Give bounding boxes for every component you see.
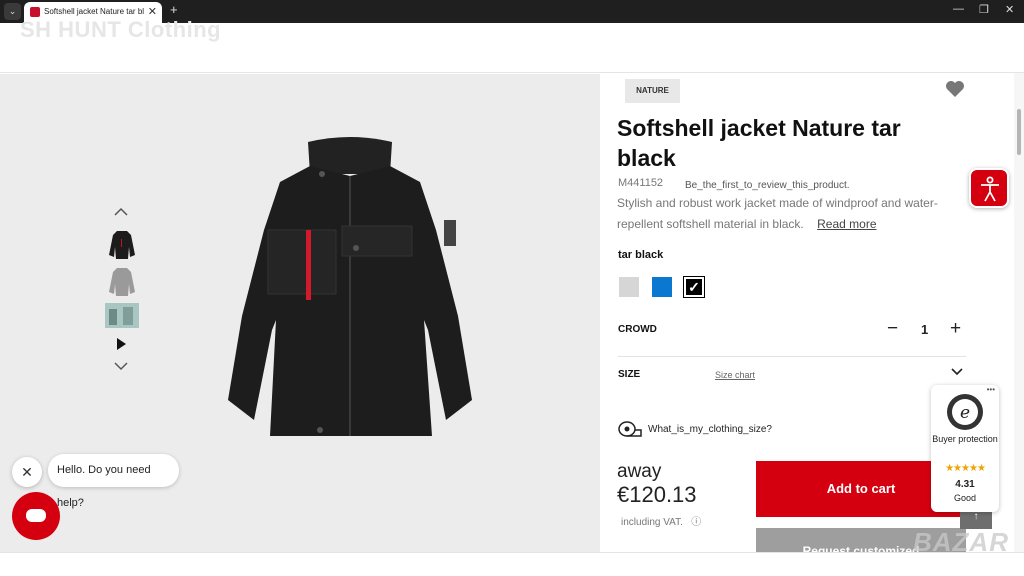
quantity-minus-button[interactable]: −: [887, 318, 898, 340]
description-text: Stylish and robust work jacket made of w…: [617, 196, 938, 231]
chat-close-button[interactable]: ✕: [12, 457, 42, 487]
trusted-shops-widget[interactable]: ••• e Buyer protection ★★★★★ 4.31 Good: [931, 385, 999, 512]
thumbnail-jacket-grey[interactable]: [105, 264, 139, 298]
read-more-link[interactable]: Read more: [817, 217, 876, 231]
rating-text: Good: [953, 493, 977, 503]
quantity-value[interactable]: 1: [921, 322, 928, 337]
divider: [618, 356, 966, 357]
product-title: Softshell jacket Nature tar black: [617, 115, 901, 171]
restore-button[interactable]: ❐: [979, 3, 989, 16]
tab-title: Softshell jacket Nature tar black: [44, 7, 144, 16]
chat-greeting-bubble[interactable]: Hello. Do you need help?: [48, 454, 179, 509]
chat-bubble-icon: [26, 509, 46, 522]
rating-value: 4.31: [955, 479, 975, 490]
thumbnails-up-chevron-icon[interactable]: [113, 206, 129, 216]
size-chart-link[interactable]: Size chart: [715, 370, 755, 380]
color-swatch-grey[interactable]: [619, 277, 639, 297]
collection-badge[interactable]: NATURE: [625, 79, 680, 103]
tab-menu-button[interactable]: ⌄: [4, 3, 21, 20]
svg-text:e: e: [960, 403, 970, 423]
thumbnails-down-chevron-icon[interactable]: [113, 360, 129, 371]
clothing-size-link[interactable]: What_is_my_clothing_size?: [648, 424, 772, 435]
close-window-button[interactable]: ✕: [1005, 3, 1014, 16]
accessibility-button[interactable]: [969, 168, 1009, 208]
size-dropdown-chevron-icon[interactable]: [950, 366, 964, 380]
new-tab-button[interactable]: +: [170, 2, 178, 17]
review-link[interactable]: Be_the_first_to_review_this_product.: [685, 180, 850, 191]
minimize-button[interactable]: —: [953, 3, 964, 15]
accessibility-person-icon: [981, 176, 999, 202]
size-label: SIZE: [618, 369, 641, 380]
rating-stars-icon: ★★★★★: [945, 463, 986, 474]
color-label: tar black: [618, 249, 664, 261]
info-icon[interactable]: ⓘ: [686, 517, 701, 528]
widget-menu-icon[interactable]: •••: [987, 385, 995, 394]
trusted-shops-seal-icon: e: [946, 393, 984, 431]
product-price: €120.13: [617, 482, 697, 507]
site-logo[interactable]: SH HUNT Clothing: [20, 17, 221, 43]
bottom-bar: [0, 552, 1024, 576]
chat-open-button[interactable]: [12, 492, 60, 540]
main-product-image[interactable]: [222, 130, 478, 450]
color-swatch-black-selected[interactable]: ✓: [683, 276, 705, 298]
price-prefix: away: [617, 461, 662, 482]
thumbnail-jacket-front[interactable]: [105, 227, 139, 261]
measuring-tape-icon: [618, 421, 642, 438]
thumbnail-jacket-scene[interactable]: [105, 303, 139, 328]
quantity-label: CROWD: [618, 324, 657, 335]
product-sku: M441152: [618, 177, 664, 189]
site-favicon-icon: [30, 7, 40, 17]
play-video-icon[interactable]: [113, 336, 129, 352]
product-description: Stylish and robust work jacket made of w…: [617, 193, 947, 235]
scrollbar-thumb[interactable]: [1017, 109, 1021, 155]
site-header: SH HUNT Clothing: [0, 17, 1024, 73]
vat-note: including VAT. ⓘ: [621, 517, 702, 528]
quantity-plus-button[interactable]: +: [950, 318, 961, 340]
buyer-protection-label: Buyer protection: [932, 434, 998, 444]
page-scrollbar[interactable]: [1014, 73, 1024, 552]
color-swatch-blue[interactable]: [652, 277, 672, 297]
wishlist-heart-icon[interactable]: [945, 80, 965, 98]
